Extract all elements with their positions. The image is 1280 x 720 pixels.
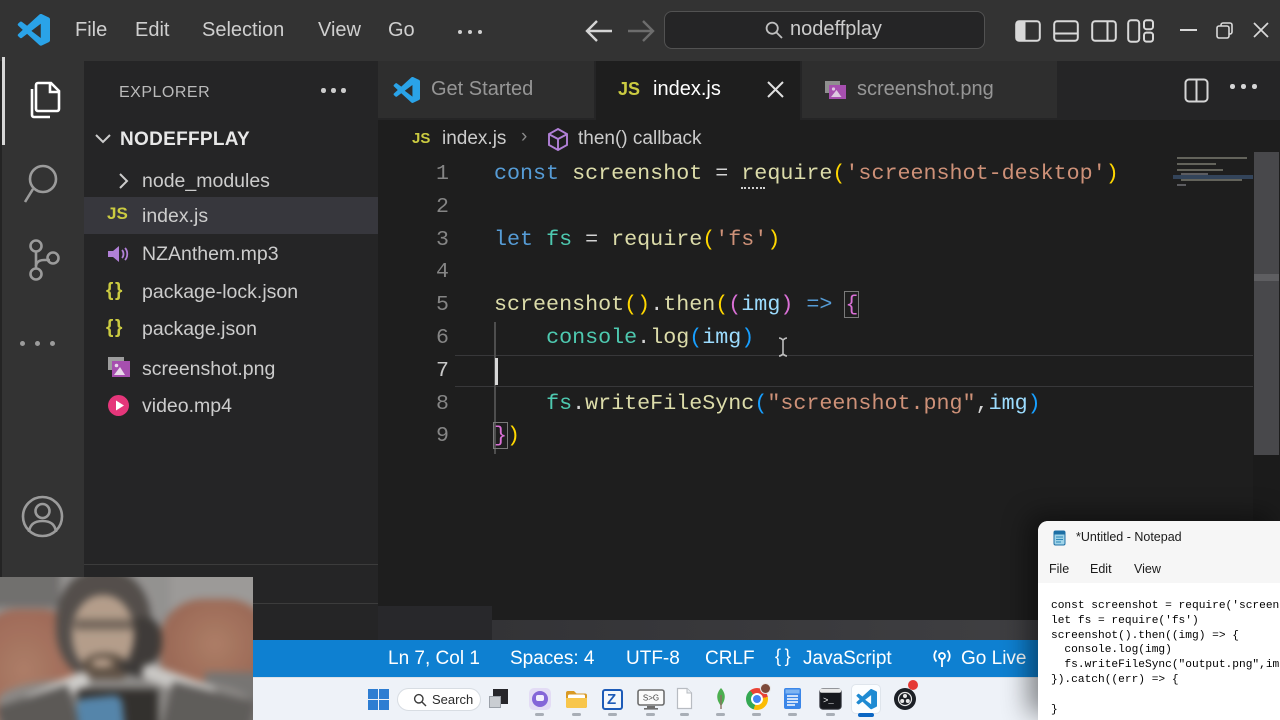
svg-text:>_: >_ xyxy=(823,696,834,706)
svg-text:S>G: S>G xyxy=(643,694,659,703)
